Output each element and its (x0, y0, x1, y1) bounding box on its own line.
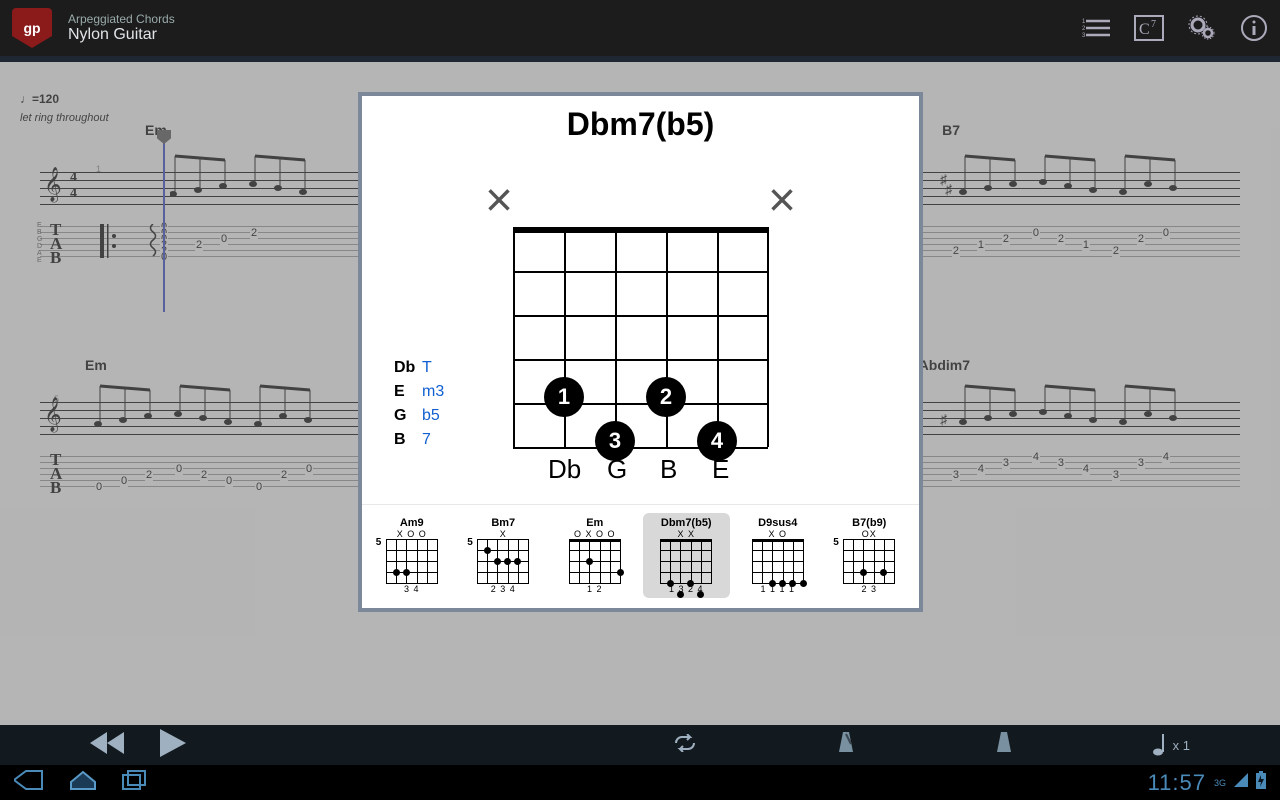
header-subtitle: Arpeggiated Chords (68, 12, 1082, 26)
mute-x-icon: × (768, 173, 796, 228)
home-icon[interactable] (70, 770, 96, 795)
svg-text:2: 2 (1082, 26, 1086, 32)
tracks-icon[interactable]: 1 2 3 (1082, 17, 1110, 39)
header-titles: Arpeggiated Chords Nylon Guitar (68, 12, 1082, 44)
mute-x-icon: × (485, 173, 513, 228)
chord-icon[interactable]: C 7 (1134, 15, 1164, 41)
chord-thumb-d9sus4[interactable]: D9sus4 X O 1 1 1 1 (734, 513, 822, 598)
play-icon[interactable] (160, 729, 186, 762)
header-divider (0, 56, 1280, 62)
clock[interactable]: 11:57 (1148, 770, 1206, 796)
chord-detail-modal: Dbm7(b5) DbT Em3 Gb5 B7 × × 1 2 3 4 Db G (358, 92, 923, 612)
rewind-icon[interactable] (90, 732, 124, 759)
chord-thumb-bm7[interactable]: Bm7 X 5 2 3 4 (460, 513, 548, 598)
chord-name-title: Dbm7(b5) (362, 96, 919, 143)
string-note-label: B (660, 454, 677, 485)
system-nav-bar: 11:57 3G (0, 765, 1280, 800)
chord-thumbnail-strip: Am9 X O O 5 3 4 Bm7 X 5 2 3 4 (362, 504, 919, 608)
app-logo: gp (12, 8, 52, 48)
chord-thumb-em[interactable]: Em O X O O 1 2 (551, 513, 639, 598)
network-label: 3G (1214, 778, 1226, 788)
svg-text:7: 7 (1151, 19, 1156, 30)
chord-thumb-am9[interactable]: Am9 X O O 5 3 4 (368, 513, 456, 598)
svg-text:C: C (1139, 21, 1150, 38)
settings-icon[interactable] (1188, 15, 1216, 41)
playback-controls: x 1 (0, 725, 1280, 765)
fretboard-diagram: × × 1 2 3 4 (513, 173, 768, 448)
svg-text:1: 1 (1082, 19, 1086, 25)
speed-control[interactable]: x 1 (1153, 734, 1190, 756)
loop-icon[interactable] (673, 734, 697, 757)
app-header: gp Arpeggiated Chords Nylon Guitar 1 2 3… (0, 0, 1280, 56)
chord-note-list: DbT Em3 Gb5 B7 (394, 356, 444, 452)
info-icon[interactable] (1240, 14, 1268, 42)
svg-text:3: 3 (1082, 33, 1086, 39)
string-note-label: G (607, 454, 627, 485)
battery-icon (1256, 771, 1266, 794)
chord-thumb-b7b9[interactable]: B7(b9) OX 5 2 3 (826, 513, 914, 598)
string-note-label: E (712, 454, 729, 485)
finger-dot: 1 (544, 377, 584, 417)
header-title: Nylon Guitar (68, 26, 1082, 44)
metronome-icon[interactable] (837, 732, 855, 759)
countdown-icon[interactable] (995, 732, 1013, 759)
string-note-label: Db (548, 454, 581, 485)
finger-dot: 2 (646, 377, 686, 417)
signal-icon (1234, 773, 1248, 792)
back-icon[interactable] (14, 770, 44, 795)
chord-thumb-dbm7b5[interactable]: Dbm7(b5) X X 1 3 2 4 (643, 513, 731, 598)
recents-icon[interactable] (122, 770, 148, 795)
